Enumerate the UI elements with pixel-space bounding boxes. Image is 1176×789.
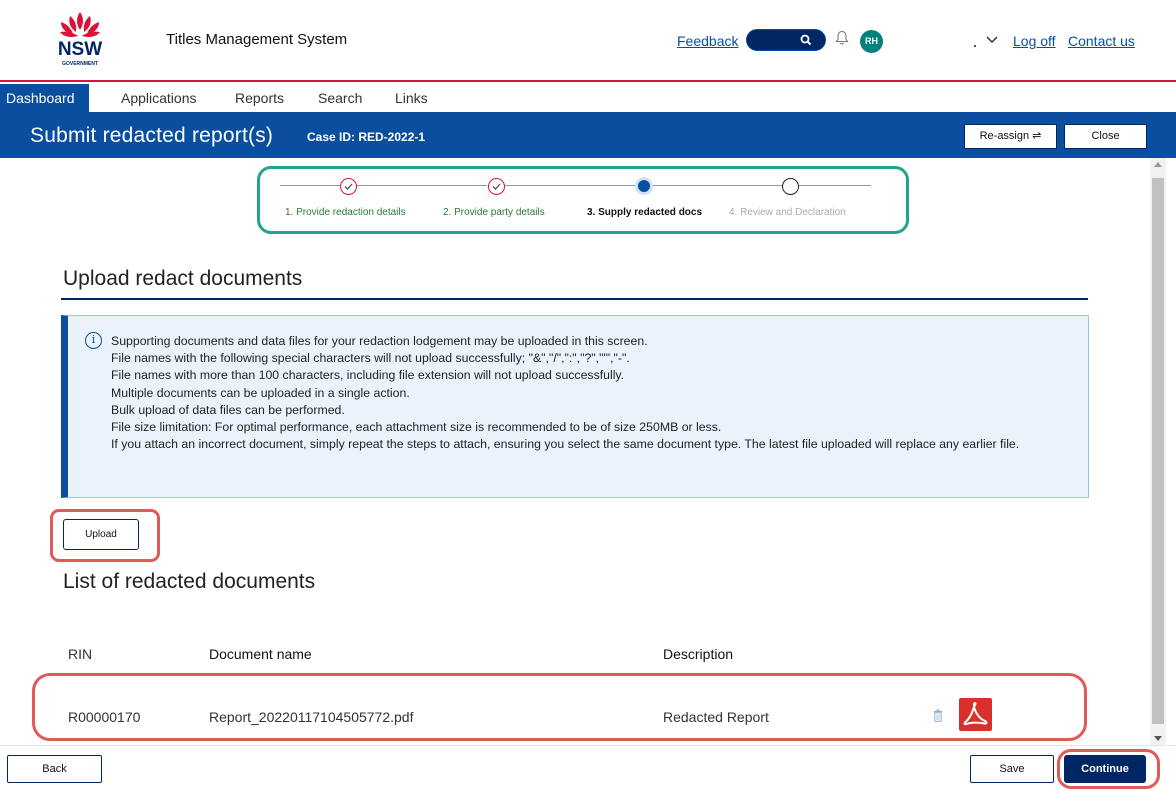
step-connector bbox=[799, 185, 871, 186]
pdf-file-icon[interactable] bbox=[959, 698, 992, 731]
row-rin: R00000170 bbox=[68, 709, 141, 725]
list-section-heading: List of redacted documents bbox=[63, 570, 316, 593]
feedback-link[interactable]: Feedback bbox=[677, 33, 738, 49]
step-2-label: 2. Provide party details bbox=[443, 207, 545, 218]
bell-icon[interactable] bbox=[835, 30, 849, 51]
step-4-label: 4. Review and Declaration bbox=[729, 207, 846, 218]
page-title-bar: Submit redacted report(s) Case ID: RED-2… bbox=[0, 112, 1176, 158]
scroll-up-arrow-icon[interactable] bbox=[1154, 162, 1162, 167]
delete-trash-icon[interactable] bbox=[933, 709, 943, 722]
vertical-scrollbar[interactable] bbox=[1150, 158, 1166, 745]
column-header-document-name: Document name bbox=[209, 646, 312, 662]
user-menu-dropdown[interactable] bbox=[972, 30, 1002, 50]
continue-button[interactable]: Continue bbox=[1064, 755, 1146, 783]
search-button[interactable] bbox=[746, 29, 826, 51]
column-header-rin: RIN bbox=[68, 646, 93, 662]
back-button[interactable]: Back bbox=[7, 755, 102, 783]
search-icon bbox=[800, 34, 812, 46]
nav-reports[interactable]: Reports bbox=[235, 84, 284, 112]
upload-section-heading: Upload redact documents bbox=[63, 267, 303, 290]
main-nav: Dashboard Applications Reports Search Li… bbox=[0, 84, 1176, 112]
step-connector bbox=[505, 185, 635, 186]
page-footer: Back Save Continue bbox=[0, 745, 1176, 789]
page-title: Submit redacted report(s) bbox=[30, 124, 274, 147]
section-divider bbox=[61, 298, 1088, 300]
step-2-complete-icon[interactable] bbox=[488, 178, 505, 195]
step-3-current-icon[interactable] bbox=[635, 177, 653, 195]
reassign-button[interactable]: Re-assign ⇌ bbox=[964, 124, 1057, 149]
upload-info-text: Supporting documents and data files for … bbox=[111, 333, 1081, 453]
upload-info-panel: i Supporting documents and data files fo… bbox=[61, 315, 1089, 498]
info-line: File size limitation: For optimal perfor… bbox=[111, 420, 722, 435]
info-line: File names with the following special ch… bbox=[111, 351, 630, 366]
step-connector bbox=[280, 185, 340, 186]
row-description: Redacted Report bbox=[663, 709, 769, 725]
nav-links[interactable]: Links bbox=[395, 84, 428, 112]
info-line: File names with more than 100 characters… bbox=[111, 368, 625, 383]
log-off-link[interactable]: Log off bbox=[1013, 33, 1056, 49]
contact-us-link[interactable]: Contact us bbox=[1068, 33, 1135, 49]
app-title: Titles Management System bbox=[166, 31, 348, 48]
app-header: NSW GOVERNMENT Titles Management System … bbox=[0, 0, 1176, 82]
svg-text:NSW: NSW bbox=[58, 39, 102, 60]
info-line: Bulk upload of data files can be perform… bbox=[111, 402, 345, 417]
step-1-complete-icon[interactable] bbox=[340, 178, 357, 195]
info-line: Multiple documents can be uploaded in a … bbox=[111, 385, 410, 400]
stepper-highlight bbox=[257, 166, 909, 234]
info-line: If you attach an incorrect document, sim… bbox=[111, 437, 1020, 452]
step-3-label: 3. Supply redacted docs bbox=[587, 207, 703, 218]
info-icon: i bbox=[85, 332, 102, 349]
step-connector bbox=[653, 185, 783, 186]
user-avatar[interactable]: RH bbox=[860, 30, 883, 53]
nav-applications[interactable]: Applications bbox=[121, 84, 197, 112]
nav-dashboard[interactable]: Dashboard bbox=[0, 84, 89, 112]
nav-search[interactable]: Search bbox=[318, 84, 362, 112]
step-4-pending-icon[interactable] bbox=[782, 178, 799, 195]
save-button[interactable]: Save bbox=[970, 755, 1054, 783]
info-line: Supporting documents and data files for … bbox=[111, 334, 648, 348]
nsw-government-logo[interactable]: NSW GOVERNMENT bbox=[48, 10, 112, 76]
svg-text:GOVERNMENT: GOVERNMENT bbox=[62, 61, 98, 67]
step-connector bbox=[357, 185, 487, 186]
scroll-thumb[interactable] bbox=[1152, 178, 1164, 724]
scroll-down-arrow-icon[interactable] bbox=[1154, 736, 1162, 741]
document-row-highlight bbox=[32, 673, 1087, 741]
close-button[interactable]: Close bbox=[1064, 124, 1147, 149]
column-header-description: Description bbox=[663, 646, 734, 662]
row-document-name[interactable]: Report_20220117104505772.pdf bbox=[209, 709, 413, 725]
chevron-down-icon bbox=[986, 36, 998, 44]
step-1-label: 1. Provide redaction details bbox=[285, 207, 406, 218]
upload-button[interactable]: Upload bbox=[63, 519, 139, 550]
case-id: Case ID: RED-2022-1 bbox=[307, 130, 426, 144]
